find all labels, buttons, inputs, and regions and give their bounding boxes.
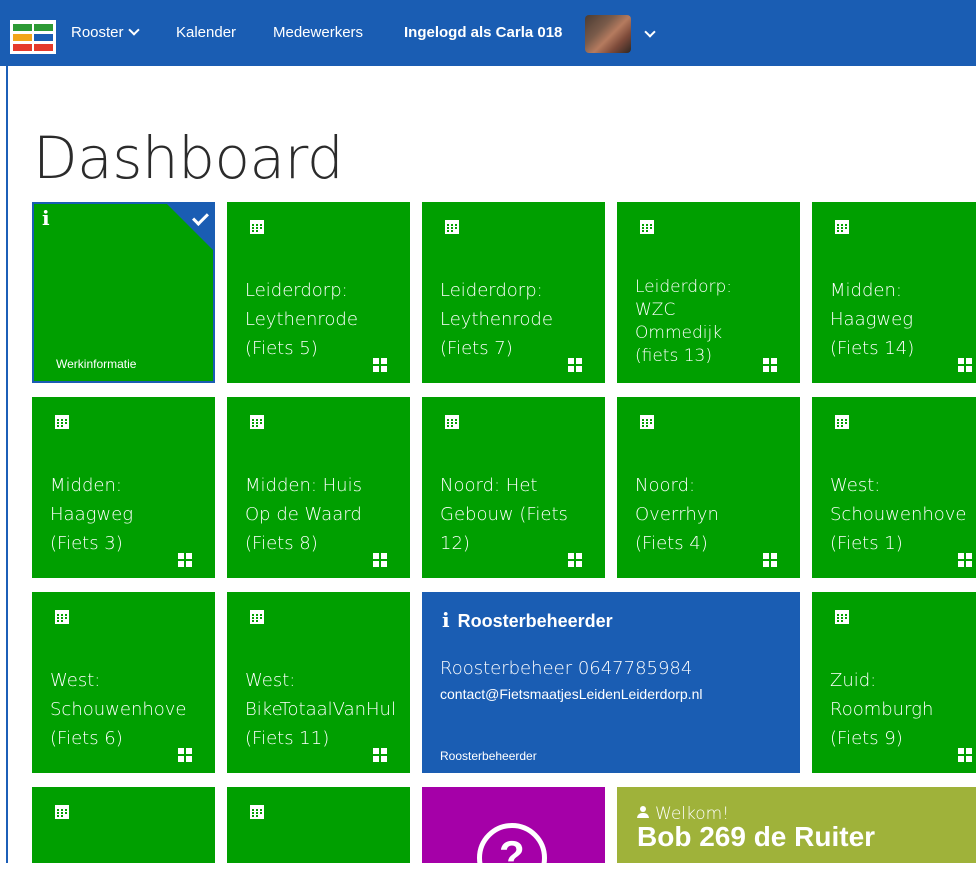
tile-label: Roosterbeheerder (440, 749, 537, 763)
chevron-down-icon (127, 24, 140, 36)
tile-label: Noord: Het Gebouw (Fiets 12) (440, 475, 568, 554)
tile-label: Zuid: Roomburgh (Fiets 9) (830, 670, 934, 749)
calendar-icon (250, 415, 264, 429)
calendar-icon (55, 610, 69, 624)
tile-label: Leiderdorp: Leythenrode (Fiets 7) (440, 280, 553, 359)
tile-label: Midden: Haagweg (Fiets 14) (830, 280, 915, 359)
info-icon: i (442, 608, 450, 632)
welcome-name: Bob 269 de Ruiter (637, 821, 876, 852)
tile-werkinformatie[interactable]: i Werkinformatie (32, 202, 215, 383)
tile-label: West: Schouwenhove (Fiets 6) (50, 670, 187, 749)
tile-label: Midden: Haagweg (Fiets 3) (50, 475, 133, 554)
grid-icon (958, 358, 972, 372)
tile-label: West: BikeTotaalVanHul (Fiets 11) (245, 670, 396, 749)
avatar[interactable] (585, 15, 631, 53)
grid-icon (178, 553, 192, 567)
nav-medewerkers[interactable]: Medewerkers (273, 24, 363, 41)
grid-icon (373, 358, 387, 372)
calendar-icon (55, 415, 69, 429)
calendar-icon (445, 220, 459, 234)
tile-rooster[interactable] (32, 787, 215, 863)
tile-label: Midden: Huis Op de Waard (Fiets 8) (245, 475, 362, 554)
app-logo[interactable] (10, 20, 56, 54)
tile-rooster[interactable]: Noord: Het Gebouw (Fiets 12) (422, 397, 605, 578)
grid-icon (178, 748, 192, 762)
tile-title-text: Roosterbeheerder (457, 611, 613, 631)
grid-icon (373, 748, 387, 762)
grid-icon (763, 553, 777, 567)
grid-icon (373, 553, 387, 567)
tile-label: Leiderdorp: WZC Ommedijk (fiets 13) (635, 277, 732, 366)
tile-rooster[interactable]: Leiderdorp: WZC Ommedijk (fiets 13) (617, 202, 800, 383)
tile-rooster[interactable]: Midden: Huis Op de Waard (Fiets 8) (227, 397, 410, 578)
tile-rooster[interactable]: West: Schouwenhove (Fiets 1) (812, 397, 976, 578)
calendar-icon (835, 220, 849, 234)
calendar-icon (250, 610, 264, 624)
calendar-icon (55, 805, 69, 819)
tile-label: West: Schouwenhove (Fiets 1) (830, 475, 967, 554)
left-border (6, 66, 8, 863)
grid-icon (958, 553, 972, 567)
tile-rooster[interactable]: West: BikeTotaalVanHul (Fiets 11) (227, 592, 410, 773)
tile-rooster[interactable] (227, 787, 410, 863)
tile-label: Noord: Overrhyn (Fiets 4) (635, 475, 719, 554)
top-nav: Rooster Kalender Medewerkers Ingelogd al… (0, 0, 976, 66)
corner-flag (165, 204, 213, 252)
tile-label: Werkinformatie (56, 357, 137, 371)
calendar-icon (250, 220, 264, 234)
calendar-icon (640, 220, 654, 234)
tile-welcome: Welkom! Bob 269 de Ruiter (617, 787, 976, 863)
user-menu-toggle[interactable] (640, 26, 656, 43)
calendar-icon (445, 415, 459, 429)
grid-icon (568, 358, 582, 372)
help-icon: ? (477, 823, 547, 893)
person-icon (637, 806, 649, 818)
tile-rooster[interactable]: Noord: Overrhyn (Fiets 4) (617, 397, 800, 578)
calendar-icon (250, 805, 264, 819)
calendar-icon (835, 610, 849, 624)
grid-icon (763, 358, 777, 372)
tile-rooster[interactable]: Zuid: Roomburgh (Fiets 9) (812, 592, 976, 773)
tile-rooster[interactable]: Midden: Haagweg (Fiets 14) (812, 202, 976, 383)
nav-rooster-label: Rooster (71, 24, 124, 41)
tile-help[interactable]: ? (422, 787, 605, 893)
nav-rooster[interactable]: Rooster (71, 24, 140, 41)
tile-roosterbeheerder[interactable]: i Roosterbeheerder Roosterbeheer 06477859… (422, 592, 800, 773)
nav-kalender[interactable]: Kalender (176, 24, 236, 41)
tile-label: Leiderdorp: Leythenrode (Fiets 5) (245, 280, 358, 359)
contact-email: contact@FietsmaatjesLeidenLeiderdorp.nl (440, 686, 703, 702)
calendar-icon (835, 415, 849, 429)
tile-rooster[interactable]: Leiderdorp: Leythenrode (Fiets 5) (227, 202, 410, 383)
contact-phone: Roosterbeheer 0647785984 (440, 658, 693, 679)
grid-icon (568, 553, 582, 567)
page-title: Dashboard (33, 124, 344, 192)
chevron-down-icon (644, 26, 656, 38)
tile-rooster[interactable]: West: Schouwenhove (Fiets 6) (32, 592, 215, 773)
tile-rooster[interactable]: Leiderdorp: Leythenrode (Fiets 7) (422, 202, 605, 383)
nav-user[interactable]: Ingelogd als Carla 018 (404, 24, 562, 41)
grid-icon (958, 748, 972, 762)
calendar-icon (640, 415, 654, 429)
tile-title: i Roosterbeheerder (442, 608, 613, 632)
info-icon: i (42, 206, 50, 230)
tile-rooster[interactable]: Midden: Haagweg (Fiets 3) (32, 397, 215, 578)
